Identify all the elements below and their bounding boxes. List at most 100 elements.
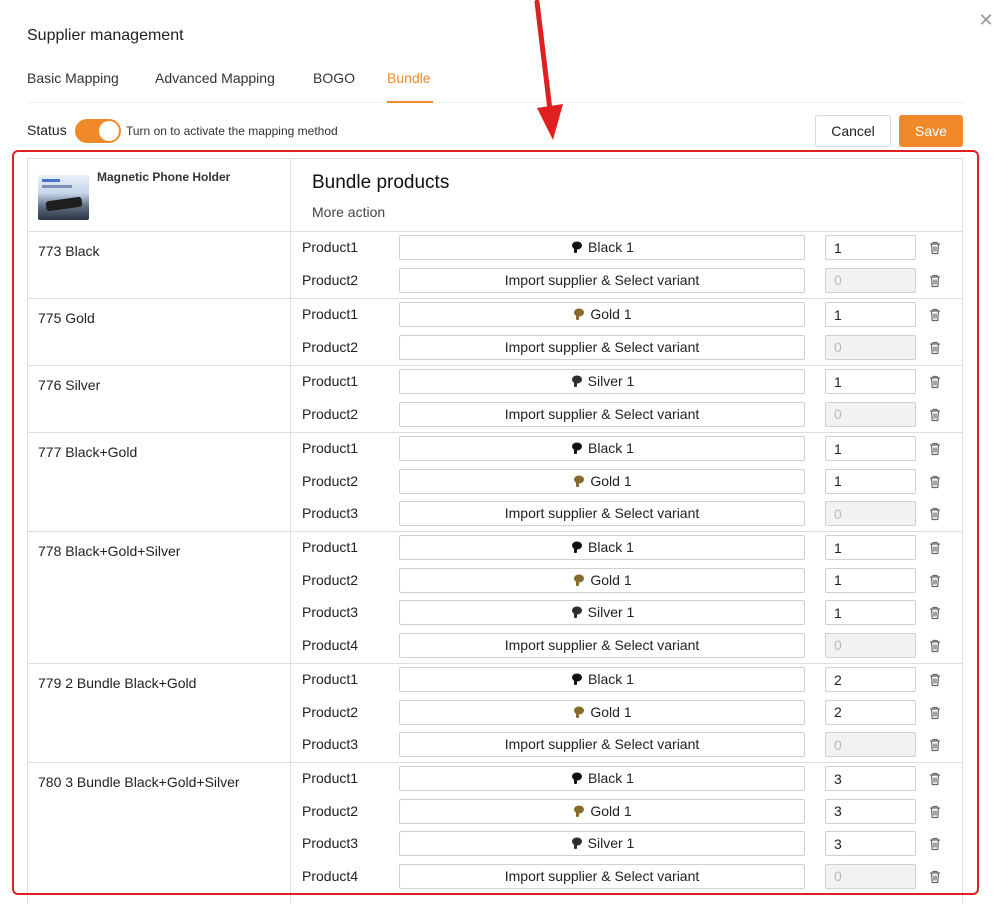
trash-icon[interactable]	[927, 441, 943, 457]
import-supplier-button[interactable]: Import supplier & Select variant	[399, 334, 805, 360]
quantity-input[interactable]	[825, 501, 916, 527]
import-supplier-button[interactable]: Import supplier & Select variant	[399, 401, 805, 427]
variant-select[interactable]: Silver 1	[399, 600, 805, 626]
variant-select-text: Gold 1	[590, 703, 632, 720]
variant-select[interactable]: Silver 1	[399, 369, 805, 394]
tab-bundle[interactable]: Bundle	[387, 70, 431, 86]
variant-select[interactable]: Gold 1	[399, 567, 805, 593]
gold-holder-icon	[574, 574, 585, 586]
row-divider	[28, 298, 962, 299]
trash-icon[interactable]	[927, 307, 943, 323]
trash-icon[interactable]	[927, 672, 943, 688]
black-holder-icon	[572, 541, 583, 553]
quantity-input[interactable]	[825, 535, 916, 560]
product-slot-label: Product3	[302, 835, 359, 852]
variant-select[interactable]: Gold 1	[399, 798, 805, 824]
product-slot-label: Product1	[302, 671, 359, 687]
quantity-input[interactable]	[825, 267, 916, 293]
cancel-button[interactable]: Cancel	[815, 115, 891, 147]
black-holder-icon	[572, 673, 583, 685]
more-action-link[interactable]: More action	[312, 204, 385, 220]
tab-advanced-mapping[interactable]: Advanced Mapping	[155, 70, 275, 86]
trash-icon[interactable]	[927, 836, 943, 852]
row-divider	[28, 762, 962, 763]
product-slot-label: Product4	[302, 636, 359, 653]
variant-name: 776 Silver	[38, 377, 101, 393]
tab-bogo[interactable]: BOGO	[313, 70, 355, 86]
variant-select-text: Black 1	[588, 671, 634, 687]
status-toggle[interactable]	[75, 119, 121, 143]
trash-icon[interactable]	[927, 771, 943, 787]
variant-name: 780 3 Bundle Black+Gold+Silver	[38, 774, 240, 790]
trash-icon[interactable]	[927, 705, 943, 721]
variant-select[interactable]: Black 1	[399, 535, 805, 560]
modal-title: Supplier management	[27, 27, 184, 44]
trash-icon[interactable]	[927, 340, 943, 356]
bundle-table: Magnetic Phone Holder Bundle products Mo…	[27, 158, 963, 904]
trash-icon[interactable]	[927, 273, 943, 289]
variant-select[interactable]: Black 1	[399, 766, 805, 791]
trash-icon[interactable]	[927, 605, 943, 621]
status-hint: Turn on to activate the mapping method	[126, 124, 338, 138]
trash-icon[interactable]	[927, 869, 943, 885]
quantity-input[interactable]	[825, 436, 916, 461]
product-slot-label: Product2	[302, 338, 359, 355]
quantity-input[interactable]	[825, 732, 916, 758]
product-slot-label: Product2	[302, 802, 359, 819]
quantity-input[interactable]	[825, 632, 916, 658]
import-supplier-button[interactable]: Import supplier & Select variant	[399, 632, 805, 658]
variant-select-text: Silver 1	[587, 604, 635, 621]
trash-icon[interactable]	[927, 506, 943, 522]
variant-select[interactable]: Gold 1	[399, 468, 805, 494]
quantity-input[interactable]	[825, 863, 916, 889]
trash-icon[interactable]	[927, 474, 943, 490]
variant-select[interactable]: Gold 1	[399, 699, 805, 725]
import-supplier-button[interactable]: Import supplier & Select variant	[399, 732, 805, 758]
quantity-input[interactable]	[825, 600, 916, 626]
quantity-input[interactable]	[825, 235, 916, 260]
quantity-input[interactable]	[825, 334, 916, 360]
trash-icon[interactable]	[927, 804, 943, 820]
product-slot-label: Product1	[302, 770, 359, 786]
quantity-input[interactable]	[825, 831, 916, 857]
quantity-input[interactable]	[825, 302, 916, 327]
variant-select[interactable]: Silver 1	[399, 831, 805, 857]
variant-select[interactable]: Black 1	[399, 235, 805, 260]
quantity-input[interactable]	[825, 667, 916, 692]
variant-select-text: Import supplier & Select variant	[504, 636, 700, 653]
import-supplier-button[interactable]: Import supplier & Select variant	[399, 501, 805, 527]
quantity-input[interactable]	[825, 798, 916, 824]
quantity-input[interactable]	[825, 766, 916, 791]
variant-select-text: Black 1	[588, 440, 634, 456]
black-holder-icon	[572, 442, 583, 454]
trash-icon[interactable]	[927, 737, 943, 753]
product-slot-label: Product3	[302, 604, 359, 621]
product-name: Magnetic Phone Holder	[97, 170, 231, 184]
trash-icon[interactable]	[927, 240, 943, 256]
tab-basic-mapping[interactable]: Basic Mapping	[27, 70, 119, 86]
import-supplier-button[interactable]: Import supplier & Select variant	[399, 863, 805, 889]
quantity-input[interactable]	[825, 369, 916, 394]
row-divider	[28, 231, 962, 232]
quantity-input[interactable]	[825, 401, 916, 427]
variant-name: 775 Gold	[38, 310, 95, 326]
variant-select[interactable]: Gold 1	[399, 302, 805, 327]
variant-select-text: Import supplier & Select variant	[504, 505, 700, 522]
variant-select[interactable]: Black 1	[399, 436, 805, 461]
variant-select[interactable]: Black 1	[399, 667, 805, 692]
row-divider	[28, 663, 962, 664]
variant-name: 779 2 Bundle Black+Gold	[38, 675, 197, 691]
quantity-input[interactable]	[825, 699, 916, 725]
black-holder-icon	[572, 241, 583, 253]
trash-icon[interactable]	[927, 407, 943, 423]
save-button[interactable]: Save	[899, 115, 963, 147]
quantity-input[interactable]	[825, 567, 916, 593]
trash-icon[interactable]	[927, 374, 943, 390]
product-slot-label: Product1	[302, 306, 359, 322]
import-supplier-button[interactable]: Import supplier & Select variant	[399, 267, 805, 293]
close-icon[interactable]: ✕	[976, 10, 996, 30]
quantity-input[interactable]	[825, 468, 916, 494]
trash-icon[interactable]	[927, 638, 943, 654]
trash-icon[interactable]	[927, 573, 943, 589]
trash-icon[interactable]	[927, 540, 943, 556]
